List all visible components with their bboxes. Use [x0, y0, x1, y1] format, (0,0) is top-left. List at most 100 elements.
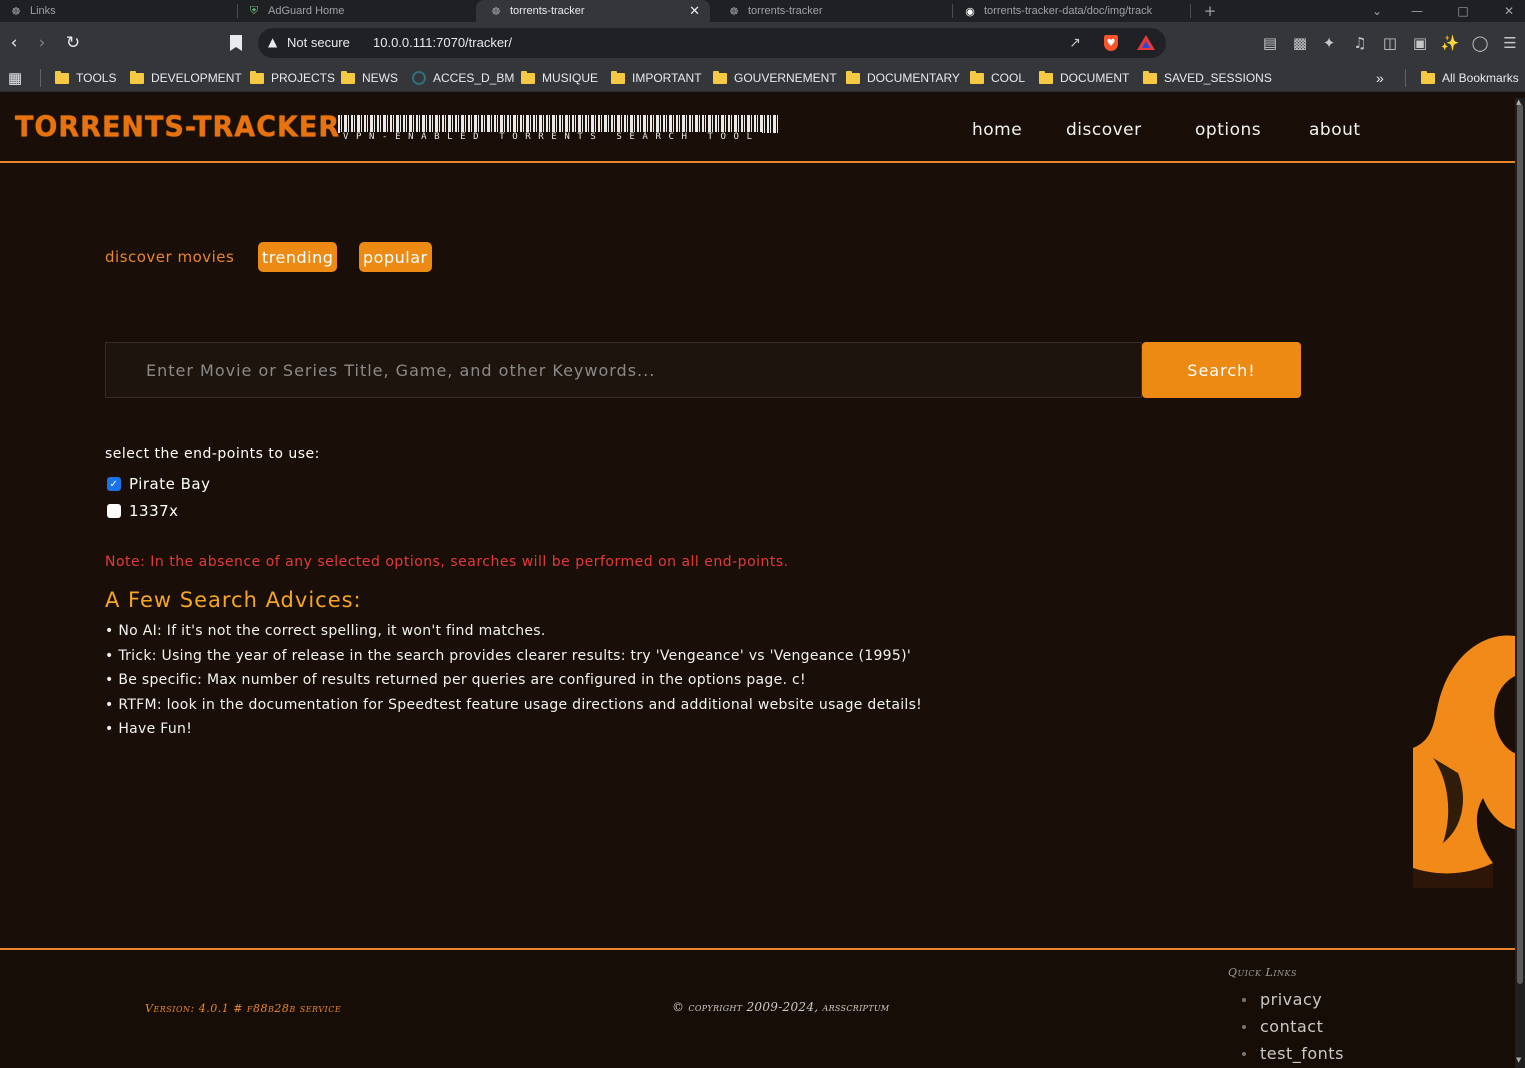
reader-mode-icon[interactable]: ▤: [1260, 33, 1280, 53]
maximize-icon[interactable]: □: [1448, 0, 1478, 22]
bookmark-folder[interactable]: COOL: [970, 70, 1025, 86]
checkbox-checked[interactable]: ✓: [107, 477, 121, 491]
bookmarks-divider: [40, 69, 41, 87]
bookmark-folder[interactable]: DEVELOPMENT: [130, 70, 242, 86]
bookmark-label: TOOLS: [76, 71, 117, 85]
address-bar[interactable]: ▲ Not secure 10.0.0.111:7070/tracker/ ↗ …: [258, 28, 1166, 58]
puzzle-extensions-icon[interactable]: ✦: [1319, 33, 1339, 53]
browser-tab-active[interactable]: ☸ torrents-tracker ✕: [476, 0, 710, 22]
endpoint-option-1337x[interactable]: 1337x: [107, 502, 179, 520]
trending-button[interactable]: trending: [258, 242, 338, 272]
popular-button[interactable]: popular: [359, 242, 432, 272]
site-icon: [412, 71, 426, 85]
quick-link-label[interactable]: test_fonts: [1260, 1044, 1344, 1063]
copyright-text: © copyright 2009-2024, arsscriptum: [672, 1000, 890, 1014]
browser-tab[interactable]: ☸ torrents-tracker: [728, 0, 948, 22]
apps-grid-icon[interactable]: ▦: [8, 70, 22, 87]
github-icon: ◉: [965, 5, 975, 18]
scrollbar-thumb[interactable]: [1517, 104, 1523, 984]
url-text[interactable]: 10.0.0.111:7070/tracker/: [373, 35, 512, 50]
reload-icon[interactable]: ↻: [61, 31, 85, 55]
bookmarks-overflow-icon[interactable]: »: [1376, 70, 1384, 86]
site-header: TORRENTS-TRACKER VPN-ENABLED TORRENTS SE…: [0, 98, 1515, 163]
scroll-up-icon[interactable]: ▲: [1516, 98, 1521, 106]
quick-link-label[interactable]: privacy: [1260, 990, 1322, 1009]
bookmark-folder[interactable]: DOCUMENTARY: [846, 70, 960, 86]
folder-icon: [341, 70, 355, 84]
tab-title: torrents-tracker-data/doc/img/track: [984, 5, 1153, 17]
menu-icon[interactable]: ☰: [1500, 33, 1520, 53]
forward-icon[interactable]: ›: [30, 31, 54, 55]
vpn-shield-icon[interactable]: ◯: [1470, 33, 1490, 53]
extension-icon[interactable]: ▩: [1290, 33, 1310, 53]
leo-ai-icon[interactable]: ✨: [1440, 33, 1460, 53]
warning-icon[interactable]: ▲: [268, 35, 277, 49]
browser-tab[interactable]: ☸ Links: [10, 0, 235, 22]
bookmark-folder[interactable]: DOCUMENT: [1039, 70, 1129, 86]
browser-tab[interactable]: ◉ torrents-tracker-data/doc/img/track: [964, 0, 1179, 22]
nav-options[interactable]: options: [1195, 120, 1261, 140]
quick-link-label[interactable]: contact: [1260, 1017, 1323, 1036]
search-input[interactable]: [105, 342, 1142, 398]
bookmark-folder[interactable]: IMPORTANT: [611, 70, 702, 86]
endpoints-note: Note: In the absence of any selected opt…: [105, 554, 789, 570]
sidebar-icon[interactable]: ◫: [1380, 33, 1400, 53]
bookmark-folder[interactable]: TOOLS: [55, 70, 116, 86]
endpoint-label[interactable]: Pirate Bay: [129, 475, 210, 493]
quick-link-privacy[interactable]: privacy: [1242, 986, 1344, 1013]
bookmark-folder[interactable]: NEWS: [341, 70, 398, 86]
bookmark-label: IMPORTANT: [632, 71, 702, 85]
bookmark-label: NEWS: [362, 71, 398, 85]
nav-home[interactable]: home: [972, 120, 1022, 140]
advice-item: Have Fun!: [105, 721, 922, 746]
bookmark-folder[interactable]: MUSIQUE: [521, 70, 598, 86]
bookmark-folder[interactable]: GOUVERNEMENT: [713, 70, 837, 86]
bookmark-link[interactable]: ACCES_D_BM: [412, 70, 514, 86]
endpoint-option-piratebay[interactable]: ✓ Pirate Bay: [107, 475, 210, 493]
folder-icon: [846, 70, 860, 84]
scroll-down-icon[interactable]: ▼: [1516, 1056, 1521, 1064]
bookmark-icon[interactable]: [230, 35, 242, 51]
nav-discover[interactable]: discover: [1066, 120, 1142, 140]
advice-item: Trick: Using the year of release in the …: [105, 648, 922, 673]
tab-search-chevron-icon[interactable]: ⌄: [1362, 0, 1392, 22]
bookmark-label: DOCUMENT: [1060, 71, 1130, 85]
tab-divider: [237, 4, 238, 18]
new-tab-icon[interactable]: +: [1195, 0, 1225, 22]
browser-tab-bar: ☸ Links ⛨ AdGuard Home ☸ torrents-tracke…: [0, 0, 1525, 22]
folder-icon: [521, 70, 535, 84]
security-status[interactable]: Not secure: [287, 35, 350, 50]
minimize-icon[interactable]: —: [1402, 0, 1432, 22]
browser-tab[interactable]: ⛨ AdGuard Home: [248, 0, 473, 22]
advice-list: No AI: If it's not the correct spelling,…: [105, 623, 922, 746]
folder-icon: [970, 70, 984, 84]
bookmark-label: ACCES_D_BM: [433, 71, 515, 85]
quick-link-test-fonts[interactable]: test_fonts: [1242, 1040, 1344, 1067]
share-icon[interactable]: ↗: [1066, 34, 1084, 52]
brave-rewards-icon[interactable]: [1137, 35, 1155, 50]
bookmark-label: SAVED_SESSIONS: [1164, 71, 1272, 85]
quick-links-title: Quick Links: [1228, 966, 1297, 979]
bookmark-label: COOL: [991, 71, 1026, 85]
wallet-icon[interactable]: ▣: [1410, 33, 1430, 53]
nav-about[interactable]: about: [1309, 120, 1361, 140]
site-tagline: VPN-ENABLED TORRENTS SEARCH TOOL: [341, 132, 762, 142]
bookmark-folder[interactable]: SAVED_SESSIONS: [1143, 70, 1272, 86]
back-icon[interactable]: ‹: [2, 31, 26, 55]
checkbox-unchecked[interactable]: [107, 504, 121, 518]
bullet-icon: [1242, 1051, 1246, 1056]
search-button[interactable]: Search!: [1142, 342, 1301, 398]
endpoints-label: select the end-points to use:: [105, 446, 320, 462]
tab-title: Links: [30, 5, 56, 17]
endpoint-label[interactable]: 1337x: [129, 502, 179, 520]
media-music-icon[interactable]: ♫: [1350, 33, 1370, 53]
site-footer: Version: 4.0.1 # f88b28b service © copyr…: [0, 948, 1515, 1068]
all-bookmarks-folder[interactable]: All Bookmarks: [1421, 70, 1519, 86]
bookmark-folder[interactable]: PROJECTS: [250, 70, 335, 86]
close-window-icon[interactable]: ✕: [1494, 0, 1524, 22]
close-tab-icon[interactable]: ✕: [689, 3, 700, 19]
quick-link-contact[interactable]: contact: [1242, 1013, 1344, 1040]
site-logo[interactable]: TORRENTS-TRACKER: [15, 111, 340, 144]
page-scrollbar[interactable]: ▲ ▼: [1515, 98, 1525, 1068]
brave-shield-icon[interactable]: ♥: [1104, 35, 1118, 51]
